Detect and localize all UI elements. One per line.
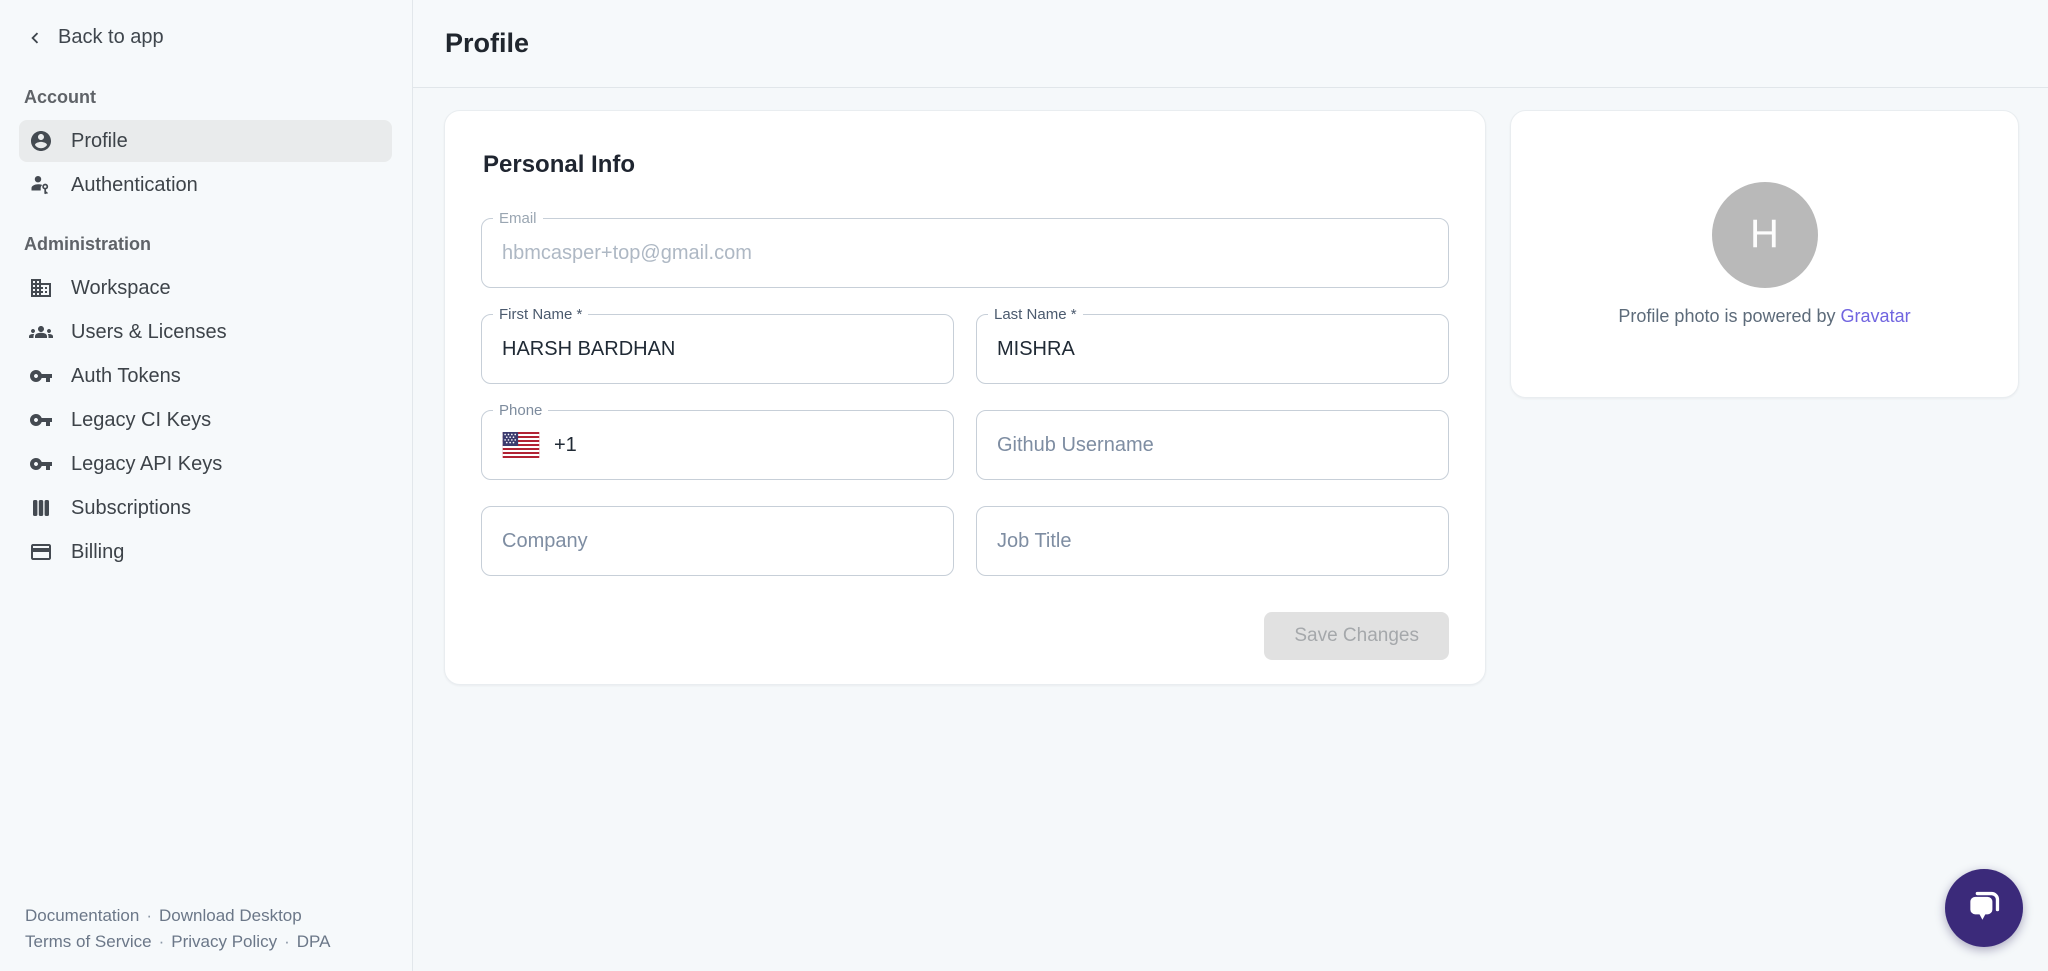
person-key-icon bbox=[29, 173, 53, 197]
job-title-input[interactable] bbox=[997, 530, 1428, 553]
sidebar-item-billing[interactable]: Billing bbox=[19, 531, 392, 573]
email-label: Email bbox=[493, 209, 543, 229]
sidebar-item-authentication[interactable]: Authentication bbox=[19, 164, 392, 206]
sidebar-item-label: Authentication bbox=[71, 174, 198, 197]
page-header: Profile bbox=[413, 0, 2048, 88]
first-name-input[interactable] bbox=[502, 338, 933, 361]
section-label-account: Account bbox=[24, 87, 388, 108]
section-label-administration: Administration bbox=[24, 234, 388, 255]
content-area: Personal Info Email First Name * Last Na… bbox=[413, 88, 2048, 971]
last-name-field: Last Name * bbox=[976, 314, 1449, 384]
chat-widget-button[interactable] bbox=[1945, 869, 2023, 947]
settings-sidebar: Back to app Account Profile Authenticati… bbox=[0, 0, 413, 971]
documentation-link[interactable]: Documentation bbox=[25, 906, 139, 925]
sidebar-item-label: Billing bbox=[71, 541, 124, 564]
personal-info-card: Personal Info Email First Name * Last Na… bbox=[444, 110, 1486, 685]
back-to-app-label: Back to app bbox=[58, 26, 164, 49]
sidebar-item-auth-tokens[interactable]: Auth Tokens bbox=[19, 355, 392, 397]
account-circle-icon bbox=[29, 129, 53, 153]
dpa-link[interactable]: DPA bbox=[297, 932, 331, 951]
phone-label: Phone bbox=[493, 401, 548, 421]
avatar: H bbox=[1712, 182, 1818, 288]
main-area: Profile Personal Info Email First Name *… bbox=[413, 0, 2048, 971]
footer-line-2: Terms of Service · Privacy Policy · DPA bbox=[25, 929, 330, 955]
form-actions: Save Changes bbox=[481, 612, 1449, 660]
phone-input[interactable] bbox=[554, 434, 933, 457]
sidebar-item-label: Auth Tokens bbox=[71, 365, 181, 388]
sidebar-item-legacy-ci-keys[interactable]: Legacy CI Keys bbox=[19, 399, 392, 441]
sidebar-item-label: Subscriptions bbox=[71, 497, 191, 520]
sidebar-item-legacy-api-keys[interactable]: Legacy API Keys bbox=[19, 443, 392, 485]
phone-field: Phone bbox=[481, 410, 954, 480]
company-input[interactable] bbox=[502, 530, 933, 553]
app-root: Back to app Account Profile Authenticati… bbox=[0, 0, 2048, 971]
sidebar-item-workspace[interactable]: Workspace bbox=[19, 267, 392, 309]
phone-github-row: Phone bbox=[481, 410, 1449, 480]
footer-line-1: Documentation · Download Desktop bbox=[25, 903, 330, 929]
key-icon bbox=[29, 408, 53, 432]
sidebar-item-profile[interactable]: Profile bbox=[19, 120, 392, 162]
footer-separator: · bbox=[284, 932, 290, 951]
building-icon bbox=[29, 276, 53, 300]
chevron-left-icon bbox=[24, 27, 46, 49]
back-to-app-button[interactable]: Back to app bbox=[24, 26, 392, 49]
download-desktop-link[interactable]: Download Desktop bbox=[159, 906, 302, 925]
save-changes-button[interactable]: Save Changes bbox=[1264, 612, 1449, 660]
company-job-row bbox=[481, 506, 1449, 576]
email-input bbox=[502, 242, 1428, 265]
gravatar-caption-text: Profile photo is powered by bbox=[1618, 306, 1835, 326]
key-icon bbox=[29, 364, 53, 388]
footer-separator: · bbox=[159, 932, 165, 951]
gravatar-caption: Profile photo is powered by Gravatar bbox=[1618, 306, 1910, 327]
sidebar-item-subscriptions[interactable]: Subscriptions bbox=[19, 487, 392, 529]
sidebar-item-label: Legacy CI Keys bbox=[71, 409, 211, 432]
bars-icon bbox=[29, 496, 53, 520]
job-title-field bbox=[976, 506, 1449, 576]
first-name-label: First Name * bbox=[493, 305, 588, 325]
github-username-field bbox=[976, 410, 1449, 480]
chat-bubbles-icon bbox=[1963, 886, 2005, 931]
key-icon bbox=[29, 452, 53, 476]
privacy-policy-link[interactable]: Privacy Policy bbox=[171, 932, 277, 951]
first-name-field: First Name * bbox=[481, 314, 954, 384]
footer-separator: · bbox=[146, 906, 152, 925]
sidebar-item-label: Profile bbox=[71, 130, 128, 153]
last-name-label: Last Name * bbox=[988, 305, 1083, 325]
us-flag-icon bbox=[502, 432, 540, 458]
groups-icon bbox=[29, 320, 53, 344]
gravatar-card: H Profile photo is powered by Gravatar bbox=[1510, 110, 2019, 398]
sidebar-footer: Documentation · Download Desktop Terms of … bbox=[25, 903, 330, 955]
credit-card-icon bbox=[29, 540, 53, 564]
name-row: First Name * Last Name * bbox=[481, 314, 1449, 384]
sidebar-item-users-licenses[interactable]: Users & Licenses bbox=[19, 311, 392, 353]
sidebar-item-label: Users & Licenses bbox=[71, 321, 227, 344]
email-field: Email bbox=[481, 218, 1449, 288]
github-username-input[interactable] bbox=[997, 434, 1428, 457]
page-title: Profile bbox=[445, 28, 529, 59]
terms-of-service-link[interactable]: Terms of Service bbox=[25, 932, 152, 951]
personal-info-title: Personal Info bbox=[483, 151, 1449, 179]
last-name-input[interactable] bbox=[997, 338, 1428, 361]
sidebar-item-label: Legacy API Keys bbox=[71, 453, 222, 476]
company-field bbox=[481, 506, 954, 576]
gravatar-link[interactable]: Gravatar bbox=[1841, 306, 1911, 326]
sidebar-item-label: Workspace bbox=[71, 277, 171, 300]
